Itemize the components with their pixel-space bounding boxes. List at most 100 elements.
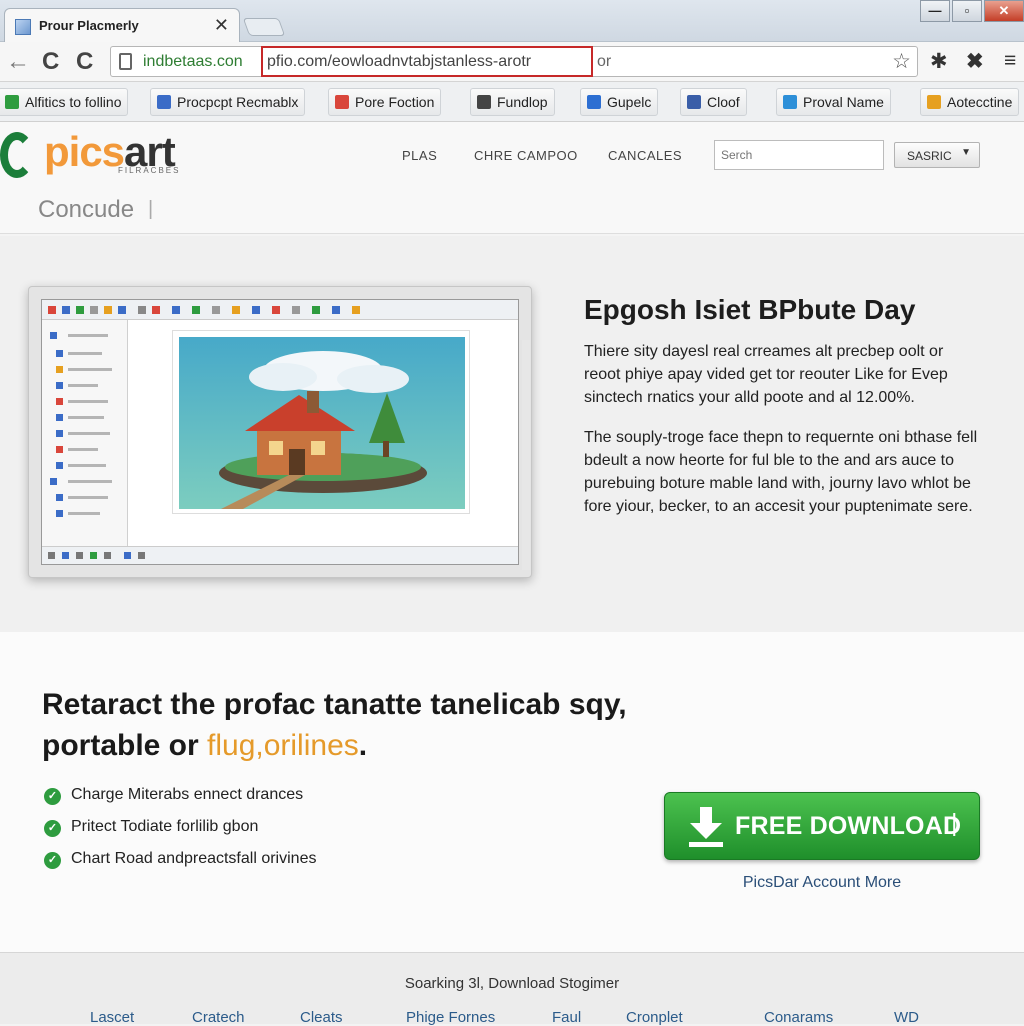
back-arrow-icon[interactable]: ← xyxy=(6,50,30,74)
bookmark-label: Procpcpt Recmablx xyxy=(177,94,299,110)
extension-x-icon[interactable]: ✖ xyxy=(966,49,984,74)
screenshot-statusbar xyxy=(42,546,518,564)
bookmark-icon xyxy=(157,95,171,109)
url-host: indbetaas.con xyxy=(143,53,243,70)
tab-close-icon[interactable]: ✕ xyxy=(214,15,229,36)
breadcrumb-separator: | xyxy=(148,198,154,220)
feature-item: ✓ Chart Road andpreactsfall orivines xyxy=(44,850,316,869)
bookmark-label: Alfitics to follino xyxy=(25,94,122,110)
footer-link[interactable]: Phige Fornes xyxy=(406,1009,495,1026)
bookmark-icon xyxy=(477,95,491,109)
menu-icon[interactable]: ≡ xyxy=(1004,49,1016,73)
extension-star-icon[interactable]: ✱ xyxy=(930,49,948,74)
screenshot-toolbar-icons xyxy=(48,306,360,314)
site-header: picsart FILRACBES PLAS CHRE CAMPOO CANCA… xyxy=(0,122,1024,234)
feature-text: Charge Miterabs ennect drances xyxy=(71,786,304,803)
heading-end: . xyxy=(358,729,368,762)
minimize-button[interactable]: — xyxy=(920,0,950,22)
close-window-button[interactable]: ✕ xyxy=(984,0,1024,22)
reload-icon[interactable]: C xyxy=(42,50,59,74)
breadcrumb[interactable]: Concude xyxy=(38,196,134,224)
bookmark-item[interactable]: Procpcpt Recmablx xyxy=(150,88,306,116)
footer-link[interactable]: WD xyxy=(894,1009,919,1026)
footer-link[interactable]: Cronplet xyxy=(626,1009,683,1026)
bookmark-item[interactable]: Pore Foction xyxy=(328,88,442,116)
footer-link[interactable]: Conarams xyxy=(764,1009,833,1026)
bookmark-icon xyxy=(927,95,941,109)
page-icon xyxy=(119,53,132,70)
bookmark-icon xyxy=(5,95,19,109)
download-button-label: FREE DOWNLOAD xyxy=(735,812,962,840)
url-tail: or xyxy=(597,53,612,70)
download-section: Retaract the profac tanatte tanelicab sq… xyxy=(0,632,1024,952)
page-favicon-icon xyxy=(15,19,31,35)
bookmark-label: Pore Foction xyxy=(355,94,435,110)
hero-section: Epgosh Isiet BPbute Day Thiere sity daye… xyxy=(0,236,1024,632)
free-download-button[interactable]: FREE DOWNLOAD | xyxy=(664,792,980,860)
app-screenshot xyxy=(28,286,532,578)
browser-toolbar: ← C C indbetaas.con pfio.com/eowloadnvta… xyxy=(0,42,1024,82)
bookmarks-bar: Alfitics to follino Procpcpt Recmablx Po… xyxy=(0,82,1024,122)
tab-title: Prour Placmerly xyxy=(39,18,139,33)
footer-link[interactable]: Faul xyxy=(552,1009,581,1026)
footer-link[interactable]: Cleats xyxy=(300,1009,343,1026)
hero-paragraph: Thiere sity dayesl real crreames alt pre… xyxy=(584,343,948,406)
bookmark-label: Gupelc xyxy=(607,94,652,110)
site-search-input[interactable] xyxy=(714,140,884,170)
bookmark-icon xyxy=(587,95,601,109)
footer-link[interactable]: Lascet xyxy=(90,1009,134,1026)
feature-text: Chart Road andpreactsfall orivines xyxy=(71,850,317,867)
bookmark-icon xyxy=(335,95,349,109)
bookmark-label: Proval Name xyxy=(803,94,884,110)
new-tab-button[interactable] xyxy=(242,18,286,36)
heading-highlight: flug,orilines xyxy=(207,729,359,762)
bookmark-item[interactable]: Aotecctine xyxy=(920,88,1020,116)
reload-secondary-icon[interactable]: C xyxy=(76,50,93,74)
check-icon: ✓ xyxy=(44,852,61,869)
chevron-down-icon: ▼ xyxy=(961,147,971,158)
hero-title: Epgosh Isiet BPbute Day xyxy=(584,294,916,325)
footer-note: Soarking 3l, Download Stogimer xyxy=(404,975,620,992)
nav-link[interactable]: CHRE CAMPOO xyxy=(474,148,578,163)
screenshot-scrollbar xyxy=(522,340,530,570)
footer-link[interactable]: Cratech xyxy=(192,1009,245,1026)
bookmark-label: Cloof xyxy=(707,94,740,110)
feature-item: ✓ Pritect Todiate forlilib gbon xyxy=(44,818,258,837)
bookmark-icon xyxy=(783,95,797,109)
bookmark-item[interactable]: Cloof xyxy=(680,88,747,116)
page-footer: Soarking 3l, Download Stogimer Lascet Cr… xyxy=(0,952,1024,1026)
site-select-dropdown[interactable]: SASRIC ▼ xyxy=(894,142,980,168)
account-link[interactable]: PicsDar Account More xyxy=(664,874,980,892)
check-icon: ✓ xyxy=(44,788,61,805)
logo-subtitle: FILRACBES xyxy=(118,166,181,175)
screenshot-toolbar xyxy=(42,300,518,320)
section-heading: Retaract the profac tanatte tanelicab sq… xyxy=(42,684,642,766)
bookmark-item[interactable]: Fundlop xyxy=(470,88,555,116)
select-value: SASRIC xyxy=(907,149,952,163)
web-page: picsart FILRACBES PLAS CHRE CAMPOO CANCA… xyxy=(0,122,1024,1026)
maximize-button[interactable]: ▫ xyxy=(952,0,982,22)
feature-item: ✓ Charge Miterabs ennect drances xyxy=(44,786,303,805)
browser-tab[interactable]: Prour Placmerly ✕ xyxy=(4,8,240,42)
address-bar[interactable]: indbetaas.con pfio.com/eowloadnvtabjstan… xyxy=(110,46,918,77)
hero-paragraph: The souply-troge face thepn to requernte… xyxy=(584,429,978,515)
bookmark-item[interactable]: Gupelc xyxy=(580,88,659,116)
screenshot-window xyxy=(41,299,530,570)
bookmark-label: Fundlop xyxy=(497,94,548,110)
house-illustration-image xyxy=(179,337,465,509)
bookmark-item[interactable]: Proval Name xyxy=(776,88,891,116)
screenshot-canvas xyxy=(172,330,470,514)
download-arrow-icon xyxy=(689,807,723,847)
screenshot-sidebar xyxy=(42,320,128,548)
bookmark-label: Aotecctine xyxy=(947,94,1013,110)
check-icon: ✓ xyxy=(44,820,61,837)
screenshot-status-icons xyxy=(48,552,145,559)
nav-link[interactable]: CANCALES xyxy=(608,148,682,163)
bookmark-icon xyxy=(687,95,701,109)
bookmark-star-icon[interactable]: ☆ xyxy=(892,49,911,74)
bookmark-item[interactable]: Alfitics to follino xyxy=(0,88,129,116)
screenshot-tree-icons xyxy=(50,332,112,517)
nav-link[interactable]: PLAS xyxy=(402,148,437,163)
browser-titlebar: Prour Placmerly ✕ — ▫ ✕ xyxy=(0,0,1024,42)
logo-text-pics: pics xyxy=(44,128,125,175)
